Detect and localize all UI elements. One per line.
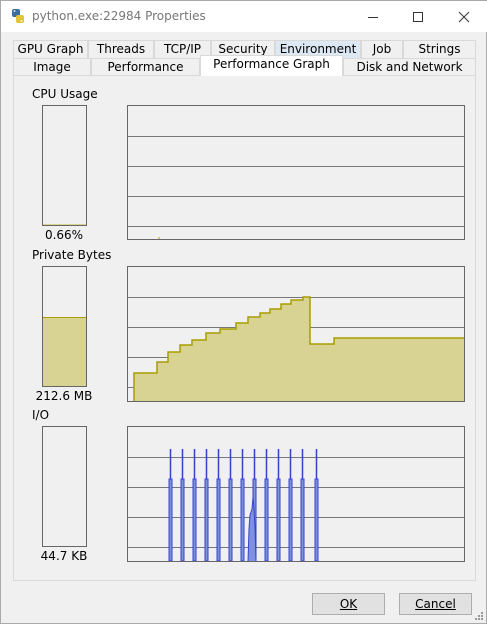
tab-disk-and-network[interactable]: Disk and Network bbox=[343, 58, 476, 76]
io-graph bbox=[127, 426, 465, 562]
io-spike-bar bbox=[288, 478, 293, 561]
tab-performance[interactable]: Performance bbox=[91, 58, 200, 76]
properties-window: python.exe:22984 Properties GPU Graph Th… bbox=[0, 0, 487, 624]
private-bytes-label: Private Bytes bbox=[32, 248, 112, 262]
tab-gpu-graph[interactable]: GPU Graph bbox=[13, 40, 88, 58]
io-spike-bar bbox=[192, 478, 197, 561]
resize-grip-icon[interactable] bbox=[474, 611, 484, 621]
private-bytes-graph bbox=[127, 266, 465, 402]
ok-button-label: OK bbox=[339, 597, 358, 611]
close-button[interactable] bbox=[441, 1, 487, 32]
cpu-usage-graph bbox=[127, 105, 465, 240]
tab-image[interactable]: Image bbox=[13, 58, 91, 76]
cpu-usage-label: CPU Usage bbox=[32, 87, 98, 101]
cpu-usage-meter-fill bbox=[43, 224, 86, 225]
io-spike-bar bbox=[216, 478, 221, 561]
io-spike-bar bbox=[276, 478, 281, 561]
cpu-usage-meter bbox=[42, 105, 87, 226]
tab-performance-graph[interactable]: Performance Graph bbox=[200, 55, 343, 76]
performance-graph-panel: CPU Usage 0.66% Private Bytes 212.6 MB I… bbox=[13, 75, 476, 581]
io-spike-bar bbox=[264, 478, 269, 561]
maximize-button[interactable] bbox=[395, 1, 441, 32]
tab-job[interactable]: Job bbox=[361, 40, 403, 58]
cancel-button[interactable]: Cancel bbox=[399, 593, 472, 615]
minimize-button[interactable] bbox=[350, 1, 396, 32]
tab-strings[interactable]: Strings bbox=[403, 40, 476, 58]
window-title: python.exe:22984 Properties bbox=[32, 9, 206, 23]
io-value: 44.7 KB bbox=[40, 549, 88, 563]
private-bytes-value: 212.6 MB bbox=[35, 389, 93, 403]
io-spike-bar bbox=[228, 478, 233, 561]
minimize-icon bbox=[368, 16, 378, 18]
private-bytes-meter-fill bbox=[43, 316, 86, 386]
cancel-button-label: Cancel bbox=[415, 597, 456, 611]
io-spike-bar bbox=[168, 478, 173, 561]
io-meter bbox=[42, 426, 87, 547]
io-spike-bar bbox=[204, 478, 209, 561]
cpu-usage-value: 0.66% bbox=[44, 228, 84, 242]
io-spike-bar bbox=[180, 478, 185, 561]
io-spike-bar bbox=[300, 478, 305, 561]
private-bytes-meter bbox=[42, 266, 87, 387]
tab-threads[interactable]: Threads bbox=[88, 40, 154, 58]
maximize-icon bbox=[413, 11, 423, 22]
io-spike-bar bbox=[314, 478, 319, 561]
io-spike-bar bbox=[240, 478, 245, 561]
close-icon bbox=[458, 11, 470, 22]
io-label: I/O bbox=[32, 408, 50, 422]
ok-button[interactable]: OK bbox=[312, 593, 385, 615]
private-bytes-area bbox=[134, 297, 464, 401]
title-bar[interactable]: python.exe:22984 Properties bbox=[1, 1, 487, 32]
python-icon bbox=[12, 9, 24, 23]
